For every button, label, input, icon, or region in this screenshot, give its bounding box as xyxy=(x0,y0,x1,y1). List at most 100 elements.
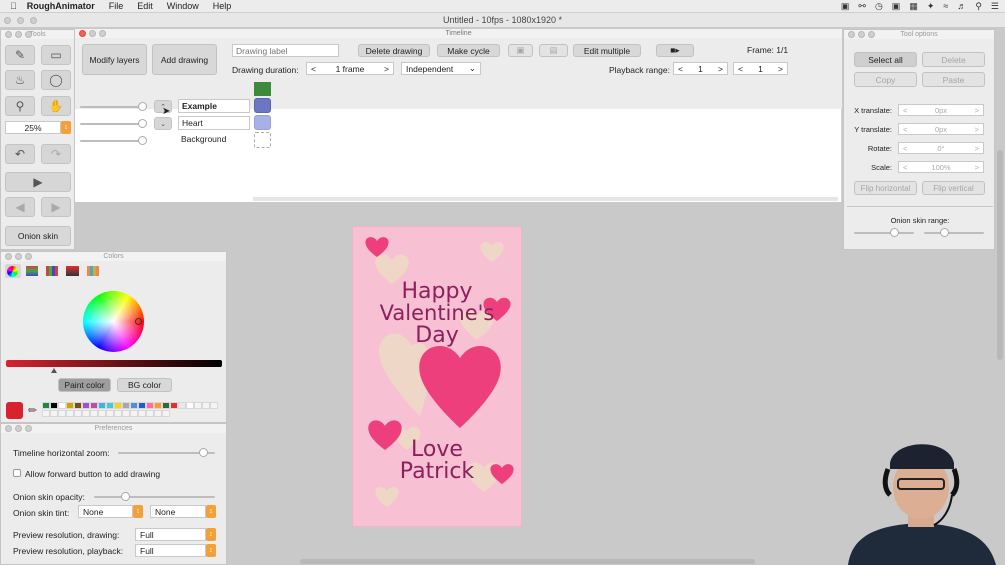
timeline-zoom-button[interactable] xyxy=(99,30,106,37)
color-swatch[interactable] xyxy=(106,402,114,409)
onion-range-before-slider[interactable] xyxy=(854,232,914,234)
drawing-label-input[interactable] xyxy=(232,44,339,57)
decrease-icon[interactable]: < xyxy=(903,125,907,134)
color-swatch[interactable] xyxy=(58,402,66,409)
slider-knob[interactable] xyxy=(138,136,147,145)
color-swatch[interactable] xyxy=(98,402,106,409)
layer-name-background[interactable]: Background xyxy=(181,134,226,144)
app-menu[interactable]: RoughAnimator xyxy=(27,1,95,11)
next-frame-icon[interactable]: ▶ xyxy=(41,197,71,217)
color-swatch[interactable] xyxy=(122,402,130,409)
image-palettes-tab-icon[interactable] xyxy=(66,266,79,276)
layer-name-example[interactable]: Example xyxy=(178,99,250,113)
playback-start-stepper[interactable]: < 1 > xyxy=(673,62,728,75)
increase-icon[interactable]: > xyxy=(778,64,783,74)
eraser-icon[interactable]: ▭ xyxy=(41,45,71,65)
color-swatch[interactable] xyxy=(82,402,90,409)
rotate-stepper[interactable]: <0° > xyxy=(898,142,984,154)
select-chevron-icon[interactable]: ↕ xyxy=(206,505,216,518)
color-swatch[interactable] xyxy=(154,402,162,409)
tool-options-minimize-button[interactable] xyxy=(858,31,865,38)
empty-swatch[interactable] xyxy=(106,410,114,417)
extension-icon[interactable]: ✦ xyxy=(927,1,935,12)
empty-swatch[interactable] xyxy=(50,410,58,417)
color-swatch[interactable] xyxy=(186,402,194,409)
decrease-icon[interactable]: < xyxy=(903,144,907,153)
move-layer-down-icon[interactable]: ⌄ xyxy=(154,117,172,130)
empty-swatch[interactable] xyxy=(130,410,138,417)
color-swatch[interactable] xyxy=(50,402,58,409)
color-swatch[interactable] xyxy=(162,402,170,409)
wifi-icon[interactable]: ≈ xyxy=(943,1,948,12)
timeline-minimize-button[interactable] xyxy=(89,30,96,37)
delete-drawing-button[interactable]: Delete drawing xyxy=(358,44,430,57)
increase-icon[interactable]: > xyxy=(975,163,979,172)
paste-button[interactable]: Paste xyxy=(922,72,985,87)
drawing-duration-stepper[interactable]: < 1 frame > xyxy=(306,62,394,75)
increase-icon[interactable]: > xyxy=(384,64,389,74)
redo-icon[interactable]: ↷ xyxy=(41,144,71,164)
color-swatch[interactable] xyxy=(146,402,154,409)
screen-record-icon[interactable]: ▣ xyxy=(841,1,850,12)
tool-options-zoom-button[interactable] xyxy=(868,31,875,38)
palettes-tab-icon[interactable] xyxy=(46,266,58,276)
increase-icon[interactable]: > xyxy=(975,144,979,153)
delete-selection-button[interactable]: Delete xyxy=(922,52,985,67)
modify-layers-button[interactable]: Modify layers xyxy=(82,44,147,75)
x-translate-stepper[interactable]: <0px > xyxy=(898,104,984,116)
color-swatch[interactable] xyxy=(114,402,122,409)
empty-swatch[interactable] xyxy=(146,410,154,417)
zoom-level-field[interactable]: 25% xyxy=(5,121,61,134)
empty-swatch[interactable] xyxy=(162,410,170,417)
fill-bucket-icon[interactable]: ♨ xyxy=(5,70,35,90)
drawing-canvas[interactable]: Happy Valentine's Day Love Patrick xyxy=(352,226,522,527)
decrease-icon[interactable]: < xyxy=(903,106,907,115)
volume-icon[interactable]: ♬ xyxy=(957,1,966,12)
timeline-scrollbar[interactable] xyxy=(253,197,838,201)
menu-list-icon[interactable]: ☰ xyxy=(991,1,999,12)
camera-icon[interactable]: ■▸ xyxy=(656,44,694,57)
color-swatch[interactable] xyxy=(170,402,178,409)
frame-cell-background[interactable] xyxy=(254,132,271,148)
color-swatch[interactable] xyxy=(178,402,186,409)
search-icon[interactable]: ⚲ xyxy=(975,1,982,12)
tool-options-close-button[interactable] xyxy=(848,31,855,38)
increase-icon[interactable]: > xyxy=(975,106,979,115)
color-swatch[interactable] xyxy=(74,402,82,409)
preferences-zoom-button[interactable] xyxy=(25,425,32,432)
make-cycle-button[interactable]: Make cycle xyxy=(437,44,500,57)
paint-color-button[interactable]: Paint color xyxy=(58,378,111,392)
brightness-slider[interactable] xyxy=(6,360,222,367)
network-icon[interactable]: ⚯ xyxy=(858,1,866,12)
tools-minimize-button[interactable] xyxy=(15,31,22,38)
layer-opacity-slider[interactable] xyxy=(80,106,145,108)
vertical-scrollbar[interactable] xyxy=(997,150,1003,360)
colors-minimize-button[interactable] xyxy=(15,253,22,260)
layer-opacity-slider[interactable] xyxy=(80,140,145,142)
select-chevron-icon[interactable]: ↕ xyxy=(206,544,216,557)
pencils-tab-icon[interactable] xyxy=(87,266,99,276)
undo-icon[interactable]: ↶ xyxy=(5,144,35,164)
current-color-well[interactable] xyxy=(6,402,23,419)
empty-swatch[interactable] xyxy=(202,402,210,409)
onion-range-before-knob[interactable] xyxy=(890,228,899,237)
display-icon[interactable]: ▣ xyxy=(892,1,901,12)
slider-knob[interactable] xyxy=(138,102,147,111)
onion-tint-select-2[interactable]: None xyxy=(150,505,206,518)
previous-frame-icon[interactable]: ◀ xyxy=(5,197,35,217)
empty-swatch[interactable] xyxy=(122,410,130,417)
colors-zoom-button[interactable] xyxy=(25,253,32,260)
paste-frame-icon[interactable]: ▤ xyxy=(539,44,568,57)
color-swatch[interactable] xyxy=(66,402,74,409)
colors-close-button[interactable] xyxy=(5,253,12,260)
horizontal-scrollbar[interactable] xyxy=(300,559,755,564)
zoom-icon[interactable]: ⚲ xyxy=(5,96,35,116)
duration-mode-select[interactable]: Independent ⌄ xyxy=(401,62,481,75)
empty-swatch[interactable] xyxy=(98,410,106,417)
menu-edit[interactable]: Edit xyxy=(137,1,153,11)
onion-tint-select-1[interactable]: None xyxy=(78,505,133,518)
decrease-icon[interactable]: < xyxy=(903,163,907,172)
edit-multiple-button[interactable]: Edit multiple xyxy=(573,44,641,57)
timeline-close-button[interactable] xyxy=(79,30,86,37)
color-swatch[interactable] xyxy=(130,402,138,409)
